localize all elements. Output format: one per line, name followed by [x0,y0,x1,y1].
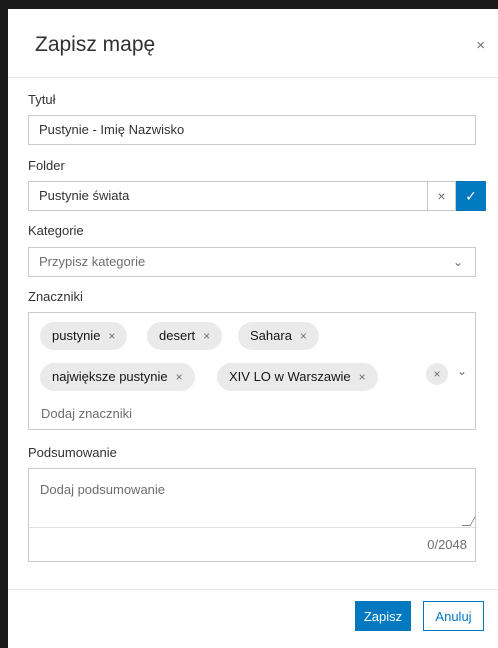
divider [29,527,475,528]
tag-chip[interactable]: Sahara × [238,322,319,350]
chevron-down-icon[interactable]: ⌄ [453,248,463,276]
categories-placeholder: Przypisz kategorie [39,254,146,269]
tag-chip-label: desert [159,328,196,343]
categories-label: Kategorie [28,223,84,238]
tags-label: Znaczniki [28,289,83,304]
dialog-title: Zapisz mapę [35,33,156,56]
cancel-button[interactable]: Anuluj [423,601,484,631]
categories-select[interactable]: Przypisz kategorie ⌄ [28,247,476,277]
resize-handle-icon[interactable] [461,517,476,526]
tag-remove-icon[interactable]: × [203,329,210,343]
summary-textarea[interactable]: Dodaj podsumowanie 0/2048 [28,468,476,562]
folder-field-group: Pustynie świata × ✓ [28,181,486,211]
close-icon[interactable]: × [476,37,485,54]
tag-chip-label: największe pustynie [52,369,168,384]
save-map-dialog: Zapisz mapę × Tytuł Pustynie - Imię Nazw… [8,9,498,648]
title-label: Tytuł [28,92,56,107]
save-button[interactable]: Zapisz [355,601,411,631]
tags-input[interactable]: pustynie × desert × Sahara × największe pus… [28,312,476,430]
tag-remove-icon[interactable]: × [300,329,307,343]
folder-label: Folder [28,158,65,173]
tags-clear-icon[interactable]: × [426,363,448,385]
tag-remove-icon[interactable]: × [108,329,115,343]
tag-remove-icon[interactable]: × [359,370,366,384]
character-counter: 0/2048 [427,537,467,552]
folder-clear-icon[interactable]: × [427,181,456,211]
tag-chip-label: Sahara [250,328,292,343]
tag-chip[interactable]: XIV LO w Warszawie × [217,363,378,391]
summary-placeholder: Dodaj podsumowanie [40,482,166,497]
summary-label: Podsumowanie [28,445,117,460]
tag-chip-label: XIV LO w Warszawie [229,369,351,384]
tag-chip[interactable]: pustynie × [40,322,128,350]
tag-chip[interactable]: największe pustynie × [40,363,195,391]
tag-chip[interactable]: desert × [147,322,223,350]
tag-chip-label: pustynie [52,328,101,343]
chevron-down-icon[interactable]: ⌄ [457,364,467,378]
tag-remove-icon[interactable]: × [176,370,183,384]
dialog-header: Zapisz mapę × [8,9,498,78]
folder-confirm-icon[interactable]: ✓ [456,181,486,211]
title-field[interactable]: Pustynie - Imię Nazwisko [28,115,476,145]
tags-placeholder[interactable]: Dodaj znaczniki [41,406,132,421]
dialog-footer-divider [8,589,498,590]
folder-field[interactable]: Pustynie świata [28,181,428,211]
